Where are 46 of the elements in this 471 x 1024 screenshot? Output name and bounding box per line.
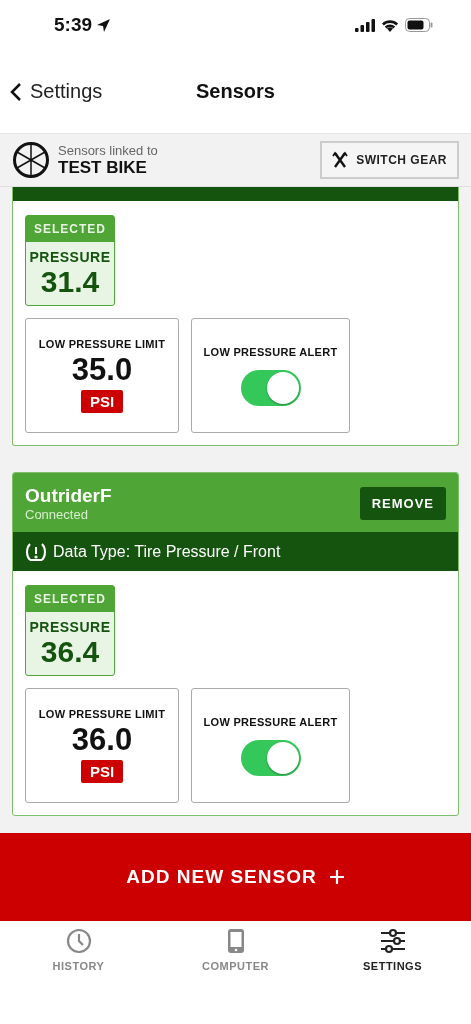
limit-value: 35.0 xyxy=(71,352,133,388)
data-type-label: Data Type: Tire Pressure / Front xyxy=(53,542,281,561)
bike-name: TEST BIKE xyxy=(58,157,148,178)
alert-label: LOW PRESSURE ALERT xyxy=(203,345,338,358)
unit-badge: PSI xyxy=(80,760,124,783)
tire-pressure-icon xyxy=(25,541,47,562)
switch-gear-button[interactable]: SWITCH GEAR xyxy=(320,141,459,179)
back-button[interactable]: Settings xyxy=(0,79,109,104)
limit-tile[interactable]: LOW PRESSURE LIMIT 35.0 PSI xyxy=(25,318,179,433)
battery-icon xyxy=(405,18,433,32)
unit-badge: PSI xyxy=(80,390,124,413)
plus-icon xyxy=(328,869,345,885)
tab-bar-item[interactable]: COMPUTER xyxy=(180,927,291,973)
wifi-icon xyxy=(381,18,399,32)
phone-icon xyxy=(226,928,245,954)
sensor-name: OutriderF xyxy=(25,485,112,507)
tab-bar-item[interactable]: HISTORY xyxy=(23,927,134,973)
wheel-icon xyxy=(12,141,50,179)
reading-label: PRESSURE xyxy=(29,249,111,265)
linked-caption: Sensors linked to xyxy=(58,142,159,158)
alert-label: LOW PRESSURE ALERT xyxy=(203,715,338,728)
swap-arrows-icon xyxy=(332,151,349,169)
sensor-status: Connected xyxy=(25,507,89,522)
location-icon xyxy=(96,17,112,33)
screen-title: Sensors xyxy=(196,80,275,102)
limit-value: 36.0 xyxy=(71,722,133,758)
remove-button[interactable]: REMOVE xyxy=(359,487,446,520)
sliders-icon xyxy=(379,928,406,954)
reading-label: PRESSURE xyxy=(29,619,111,635)
reading-value: 36.4 xyxy=(40,635,100,669)
clock-icon xyxy=(65,928,92,954)
limit-label: LOW PRESSURE LIMIT xyxy=(38,708,166,720)
pressure-tile[interactable]: SELECTED PRESSURE 31.4 xyxy=(25,215,115,306)
status-time: 5:39 xyxy=(54,14,93,36)
alert-toggle[interactable] xyxy=(240,739,301,776)
limit-label: LOW PRESSURE LIMIT xyxy=(38,338,166,350)
limit-tile[interactable]: LOW PRESSURE LIMIT 36.0 PSI xyxy=(25,688,179,803)
alert-toggle[interactable] xyxy=(240,369,301,406)
reading-value: 31.4 xyxy=(40,265,100,299)
chevron-left-icon xyxy=(10,81,22,102)
selected-badge: SELECTED xyxy=(26,216,114,242)
pressure-tile[interactable]: SELECTED PRESSURE 36.4 xyxy=(25,585,115,676)
selected-badge: SELECTED xyxy=(26,586,114,612)
tab-bar-item[interactable]: SETTINGS xyxy=(337,927,448,973)
add-sensor-button[interactable]: ADD NEW SENSOR xyxy=(0,833,471,921)
signal-icon xyxy=(355,18,375,32)
